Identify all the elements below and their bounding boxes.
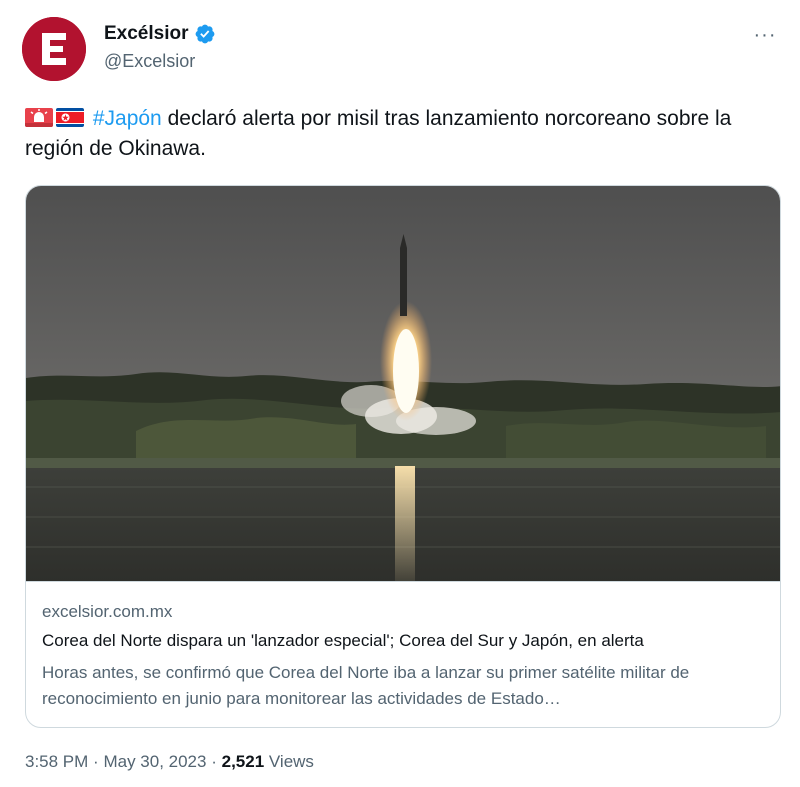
author-handle[interactable]: @Excelsior <box>104 51 195 72</box>
author-display-name[interactable]: Excélsior <box>104 23 189 45</box>
meta-separator: · <box>93 752 99 771</box>
link-card[interactable]: excelsior.com.mx Corea del Norte dispara… <box>25 185 781 728</box>
tweet-header: Excélsior @Excelsior ··· <box>22 17 782 83</box>
excelsior-logo-icon <box>22 17 86 81</box>
tweet-date[interactable]: May 30, 2023 <box>103 752 206 771</box>
views-count: 2,521 <box>221 752 265 771</box>
missile-launch-image[interactable] <box>26 186 781 581</box>
tweet-time[interactable]: 3:58 PM <box>25 752 88 771</box>
card-title[interactable]: Corea del Norte dispara un 'lanzador esp… <box>42 631 772 651</box>
tweet-text: #Japón declaró alerta por misil tras lan… <box>25 104 780 164</box>
avatar[interactable] <box>22 17 86 81</box>
verified-badge-icon[interactable] <box>194 23 216 45</box>
tweet-meta: 3:58 PM · May 30, 2023 · 2,521 Views <box>25 752 314 772</box>
card-description: Horas antes, se confirmó que Corea del N… <box>42 663 690 708</box>
north-korea-flag-icon <box>56 108 84 127</box>
card-divider <box>26 581 780 582</box>
meta-separator: · <box>211 752 217 771</box>
rotating-light-icon <box>25 108 53 127</box>
card-domain[interactable]: excelsior.com.mx <box>42 602 172 622</box>
views-label: Views <box>268 752 314 771</box>
more-options-icon[interactable]: ··· <box>748 21 782 49</box>
author-name-row[interactable]: Excélsior <box>104 23 216 45</box>
hashtag-link[interactable]: #Japón <box>93 107 162 130</box>
